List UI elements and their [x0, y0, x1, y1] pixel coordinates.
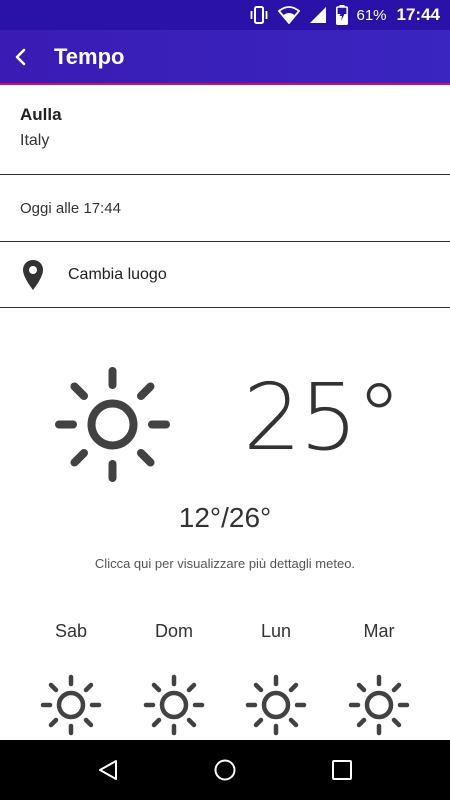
forecast-day-label: Lun [260, 621, 292, 641]
nav-home-icon [214, 759, 236, 781]
wifi-icon [278, 6, 301, 24]
status-bar: 61% 17:44 [0, 0, 450, 30]
app-bar: Tempo [0, 30, 450, 85]
sun-icon [245, 674, 307, 736]
forecast-row: Sab Dom Lun Mar [0, 612, 450, 740]
nav-back-icon [99, 760, 118, 780]
forecast-day-label: Sab [54, 621, 88, 641]
change-location-label: Cambia luogo [68, 266, 167, 283]
vibrate-icon [249, 6, 269, 24]
forecast-day-sab[interactable]: Sab [21, 612, 121, 740]
nav-home-button[interactable] [205, 750, 245, 790]
city-name: Aulla [20, 105, 62, 124]
sun-icon [143, 674, 205, 736]
forecast-day-dom[interactable]: Dom [124, 612, 224, 740]
last-updated: Oggi alle 17:44 [0, 176, 450, 242]
country-name: Italy [20, 132, 50, 149]
location-pin-icon [22, 259, 44, 291]
sun-icon [348, 674, 410, 736]
navigation-bar [0, 740, 450, 800]
battery-percent: 61% [356, 6, 387, 24]
nav-recents-button[interactable] [322, 750, 362, 790]
back-button[interactable] [4, 40, 38, 74]
forecast-day-label: Dom [154, 621, 193, 641]
forecast-day-lun[interactable]: Lun [226, 612, 326, 740]
current-temperature: 25° [243, 364, 402, 471]
min-max-temperature: 12°/26° [178, 502, 272, 533]
forecast-day-label: Mar [363, 621, 395, 641]
current-weather-panel[interactable]: 25° 12°/26° Clicca qui per visualizzare … [0, 310, 450, 600]
signal-icon [309, 6, 327, 24]
nav-back-button[interactable] [88, 750, 128, 790]
sun-icon [40, 674, 102, 736]
back-arrow-icon [15, 48, 26, 65]
sun-icon [55, 367, 170, 482]
status-time: 17:44 [396, 5, 440, 24]
location-block: Aulla Italy [0, 87, 450, 175]
battery-charging-icon [336, 5, 349, 25]
app-title: Tempo [54, 43, 125, 69]
forecast-day-mar[interactable]: Mar [329, 612, 429, 740]
nav-recents-icon [331, 760, 352, 780]
change-location-button[interactable]: Cambia luogo [0, 243, 450, 308]
details-hint: Clicca qui per visualizzare più dettagli… [94, 556, 356, 571]
